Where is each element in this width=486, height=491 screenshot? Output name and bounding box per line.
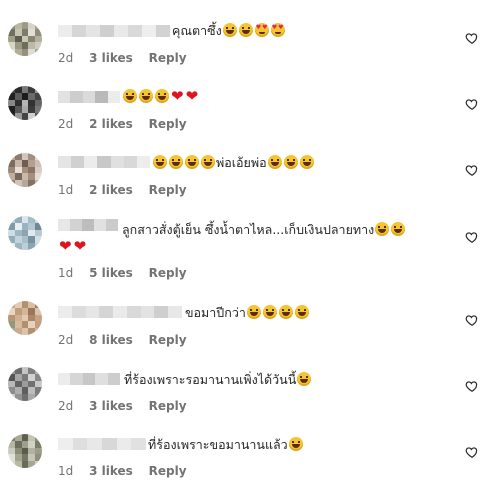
avatar[interactable] [8,153,42,187]
avatar[interactable] [8,301,42,335]
username-blurred[interactable] [58,25,170,37]
red-heart-icon: ❤ [171,87,184,105]
reply-button[interactable]: Reply [149,117,187,131]
username-blurred[interactable] [58,306,183,318]
red-heart-icon: ❤ [73,237,87,255]
comment-meta: 2d 3 likes Reply [58,399,199,413]
likes-count[interactable]: 2 likes [89,117,133,131]
reply-button[interactable]: Reply [149,183,187,197]
red-heart-icon: ❤ [59,237,72,255]
avatar[interactable] [8,216,42,250]
heart-outline-icon[interactable] [465,313,479,327]
reply-button[interactable]: Reply [149,51,187,65]
laughing-emoji-icon [283,155,298,169]
laughing-emoji-icon [262,305,277,319]
laughing-emoji-icon [155,89,169,103]
likes-count[interactable]: 2 likes [89,183,133,197]
laughing-emoji-icon [185,155,199,169]
comment-age: 2d [58,333,74,347]
laughing-emoji-icon [201,155,215,169]
heart-outline-icon[interactable] [465,445,479,459]
heart-outline-icon[interactable] [465,97,479,111]
comment-text: พ่อเอ้ยพ่อ [152,153,315,173]
username-blurred[interactable] [58,373,121,385]
comment-meta: 1d 3 likes Reply [58,464,199,478]
reply-button[interactable]: Reply [149,464,187,478]
username-blurred[interactable] [58,91,121,103]
heart-outline-icon[interactable] [465,163,479,177]
laughing-emoji-icon [278,305,293,319]
comment-meta: 2d 8 likes Reply [58,333,199,347]
comment-text: ❤ ❤ [122,87,199,107]
likes-count[interactable]: 5 likes [89,266,133,280]
avatar[interactable] [8,367,42,401]
red-heart-icon: ❤ [185,87,199,105]
laughing-emoji-icon [288,437,303,451]
comment-meta: 1d 2 likes Reply [58,183,199,197]
reply-button[interactable]: Reply [149,333,187,347]
comment-text: ขอมาปีกว่า [185,303,310,323]
likes-count[interactable]: 8 likes [89,333,133,347]
comment-text: ที่ร้องเพราะขอมานานแล้ว [148,435,304,455]
likes-count[interactable]: 3 likes [89,464,133,478]
comment-age: 1d [58,183,74,197]
comment-age: 2d [58,399,74,413]
username-blurred[interactable] [58,438,147,450]
comment-age: 2d [58,51,74,65]
laughing-emoji-icon [299,155,314,169]
heart-outline-icon[interactable] [465,379,479,393]
username-blurred[interactable] [58,219,118,231]
comment-meta: 2d 3 likes Reply [58,51,199,65]
laughing-emoji-icon [139,89,153,103]
likes-count[interactable]: 3 likes [89,51,133,65]
laughing-emoji-icon [391,222,406,236]
comment-age: 1d [58,464,74,478]
heart-outline-icon[interactable] [465,230,479,244]
comment-age: 1d [58,266,74,280]
laughing-emoji-icon [222,23,237,37]
laughing-emoji-icon [238,23,253,37]
laughing-emoji-icon [294,305,309,319]
comment-meta: 2d 2 likes Reply [58,117,199,131]
heart-eyes-emoji-icon [270,23,285,37]
laughing-emoji-icon [246,305,261,319]
laughing-emoji-icon [123,89,137,103]
comment-text-line-2: ❤ ❤ [58,237,87,257]
avatar[interactable] [8,22,42,56]
comment-text: ลูกสาวสั่งตู้เย็น ซึ้งน้ำตาไหล...เก็บเงิ… [122,220,406,240]
laughing-emoji-icon [169,155,183,169]
comment-meta: 1d 5 likes Reply [58,266,199,280]
comment-text: คุณตาซึ้ง [172,21,286,41]
likes-count[interactable]: 3 likes [89,399,133,413]
heart-eyes-emoji-icon [254,23,269,37]
comment-text: ที่ร้องเพราะรอมานานเพิ่งได้วันนี้ [124,370,312,390]
laughing-emoji-icon [153,155,167,169]
heart-outline-icon[interactable] [465,31,479,45]
laughing-emoji-icon [267,155,282,169]
avatar[interactable] [8,86,42,120]
laughing-emoji-icon [297,372,312,386]
avatar[interactable] [8,434,42,468]
laughing-emoji-icon [375,222,390,236]
reply-button[interactable]: Reply [149,266,187,280]
comment-age: 2d [58,117,74,131]
reply-button[interactable]: Reply [149,399,187,413]
username-blurred[interactable] [58,156,150,168]
